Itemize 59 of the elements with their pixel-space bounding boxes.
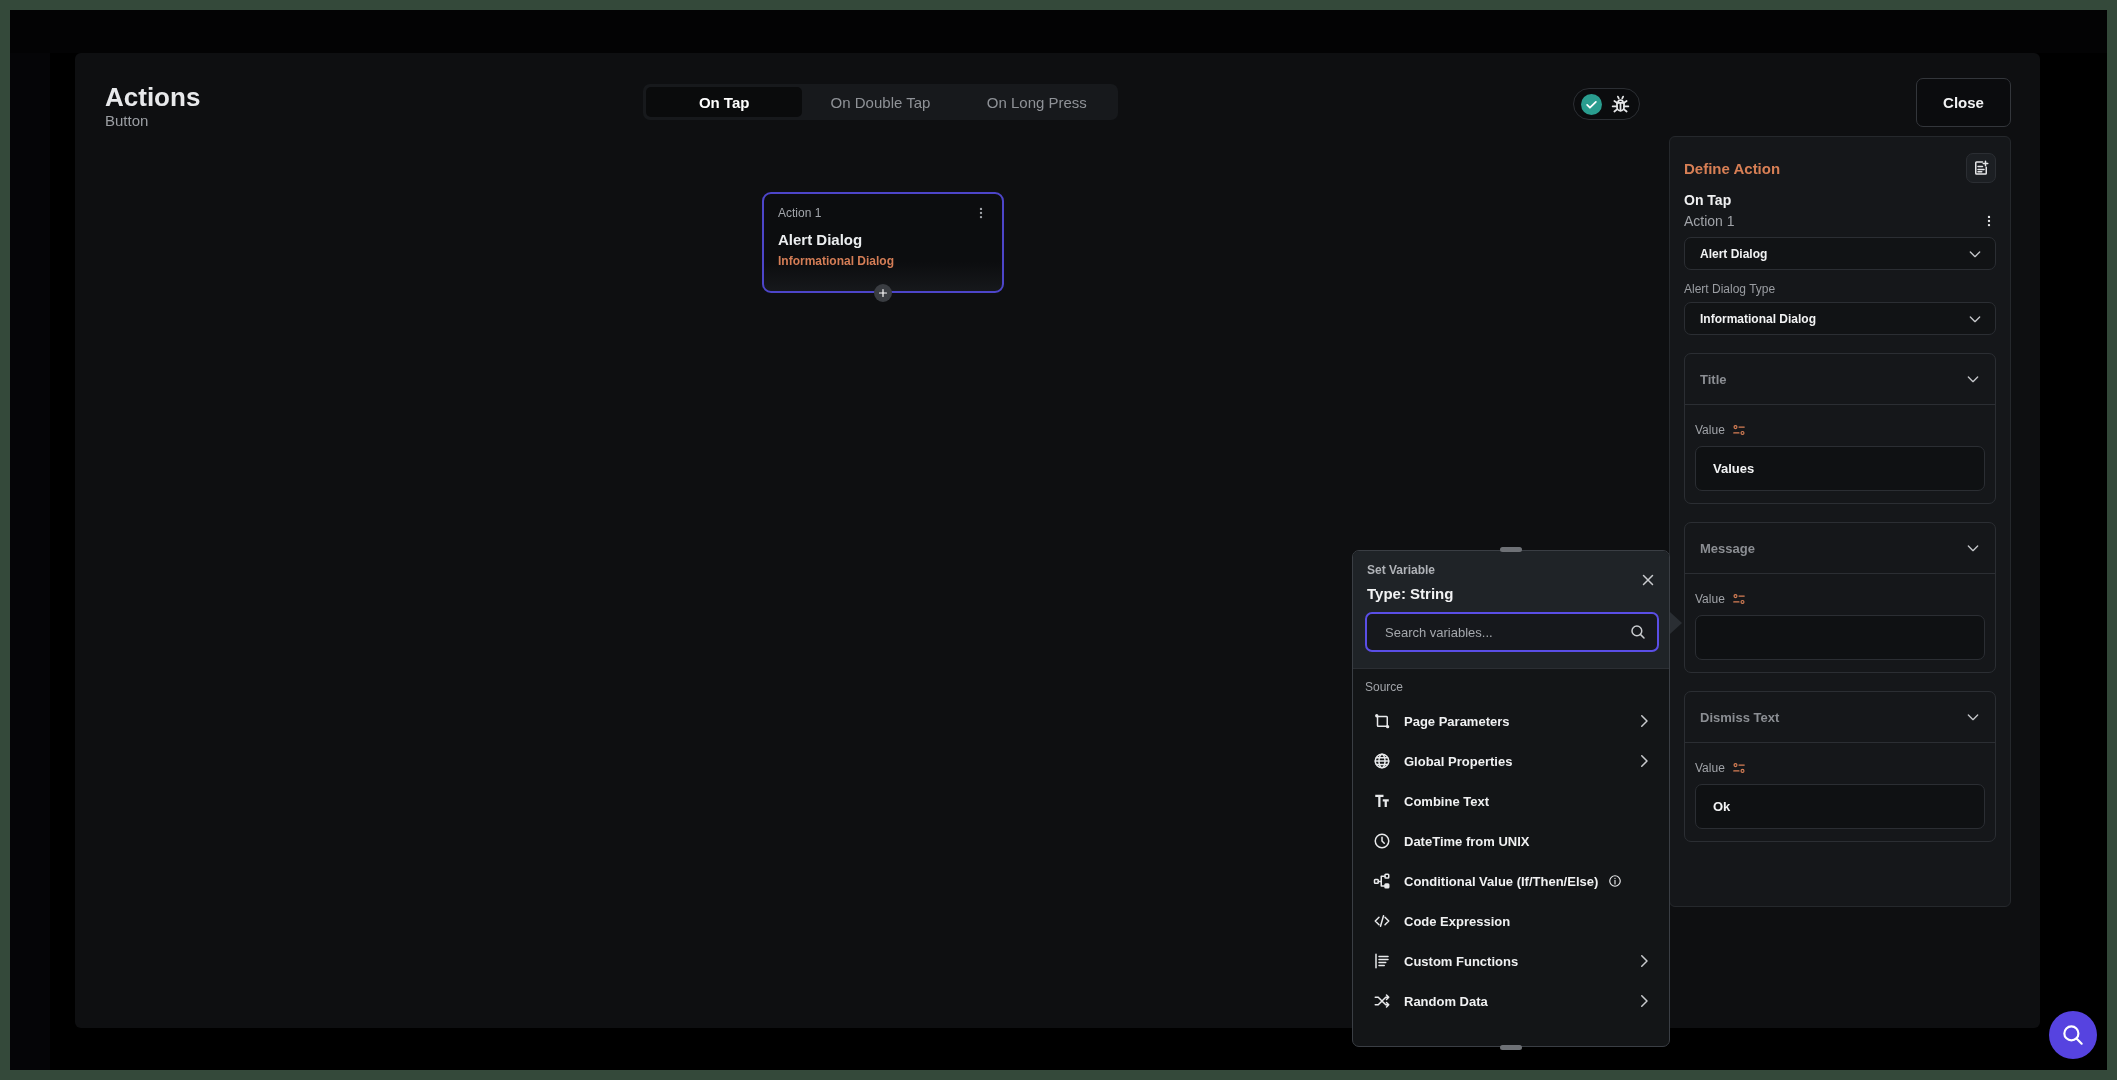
section-header[interactable]: Message: [1685, 523, 1995, 574]
value-label: Value: [1695, 592, 1725, 606]
trigger-tab[interactable]: On Double Tap: [802, 87, 959, 117]
dialog-subtitle: Button: [105, 112, 150, 130]
sliders-icon[interactable]: [1731, 592, 1746, 606]
source-item[interactable]: Combine Text: [1363, 781, 1659, 821]
sliders-icon[interactable]: [1731, 423, 1746, 437]
document-add-icon: [1972, 159, 1990, 177]
action-type-dropdown[interactable]: Alert Dialog: [1684, 237, 1996, 270]
clock-icon: [1373, 832, 1391, 850]
action-title: Alert Dialog: [778, 231, 864, 248]
action-label: Action 1: [1684, 213, 1735, 229]
dialog-type-dropdown[interactable]: Informational Dialog: [1684, 302, 1996, 335]
panel-heading: Define Action: [1684, 159, 1781, 177]
resize-handle[interactable]: [1500, 547, 1522, 552]
source-item[interactable]: Conditional Value (If/Then/Else): [1363, 861, 1659, 901]
source-item[interactable]: Code Expression: [1363, 901, 1659, 941]
popover-heading: Set Variable: [1367, 563, 1437, 577]
action-subtitle: Informational Dialog: [778, 254, 895, 268]
shuffle-icon: [1373, 992, 1391, 1010]
resize-handle[interactable]: [1500, 1045, 1522, 1050]
sliders-icon[interactable]: [1731, 761, 1746, 775]
flow-icon: [1373, 872, 1391, 890]
value-label: Value: [1695, 423, 1725, 437]
dialog-title: Actions: [105, 82, 202, 112]
action-label: Action 1: [778, 206, 822, 220]
source-item[interactable]: Page Parameters: [1363, 701, 1659, 741]
globe-icon: [1373, 752, 1391, 770]
field-label: Alert Dialog Type: [1684, 282, 1777, 296]
search-icon: [1629, 623, 1647, 641]
code-icon: [1373, 912, 1391, 930]
help-button[interactable]: [2049, 1011, 2097, 1059]
search-icon: [2060, 1022, 2086, 1048]
plus-icon: [876, 286, 890, 300]
section-header[interactable]: Title: [1685, 354, 1995, 405]
source-item[interactable]: Random Data: [1363, 981, 1659, 1021]
value-field[interactable]: Ok: [1695, 784, 1985, 829]
debug-button[interactable]: [1610, 93, 1631, 115]
source-item[interactable]: Global Properties: [1363, 741, 1659, 781]
search-field[interactable]: Search variables...: [1365, 612, 1659, 652]
trigger-tab[interactable]: On Tap: [646, 87, 803, 117]
action-node[interactable]: Action 1 Alert Dialog Informational Dialog: [762, 192, 1004, 293]
trigger-tab[interactable]: On Long Press: [958, 87, 1115, 117]
add-action-button[interactable]: [874, 284, 892, 302]
square-icon: [1373, 712, 1391, 730]
source-item[interactable]: DateTime from UNIX: [1363, 821, 1659, 861]
bug-icon: [1610, 93, 1631, 115]
section-header[interactable]: Dismiss Text: [1685, 692, 1995, 743]
add-note-button[interactable]: [1966, 153, 1996, 183]
value-label: Value: [1695, 761, 1725, 775]
source-item[interactable]: Custom Functions: [1363, 941, 1659, 981]
close-button[interactable]: Close: [1916, 78, 2011, 127]
list-icon: [1373, 952, 1391, 970]
value-field[interactable]: [1695, 615, 1985, 660]
value-field[interactable]: Values: [1695, 446, 1985, 491]
trigger-name: On Tap: [1684, 192, 1733, 208]
variable-type: Type: String: [1367, 585, 1455, 602]
section-label: Source: [1365, 680, 1405, 694]
text-size-icon: [1373, 792, 1391, 810]
